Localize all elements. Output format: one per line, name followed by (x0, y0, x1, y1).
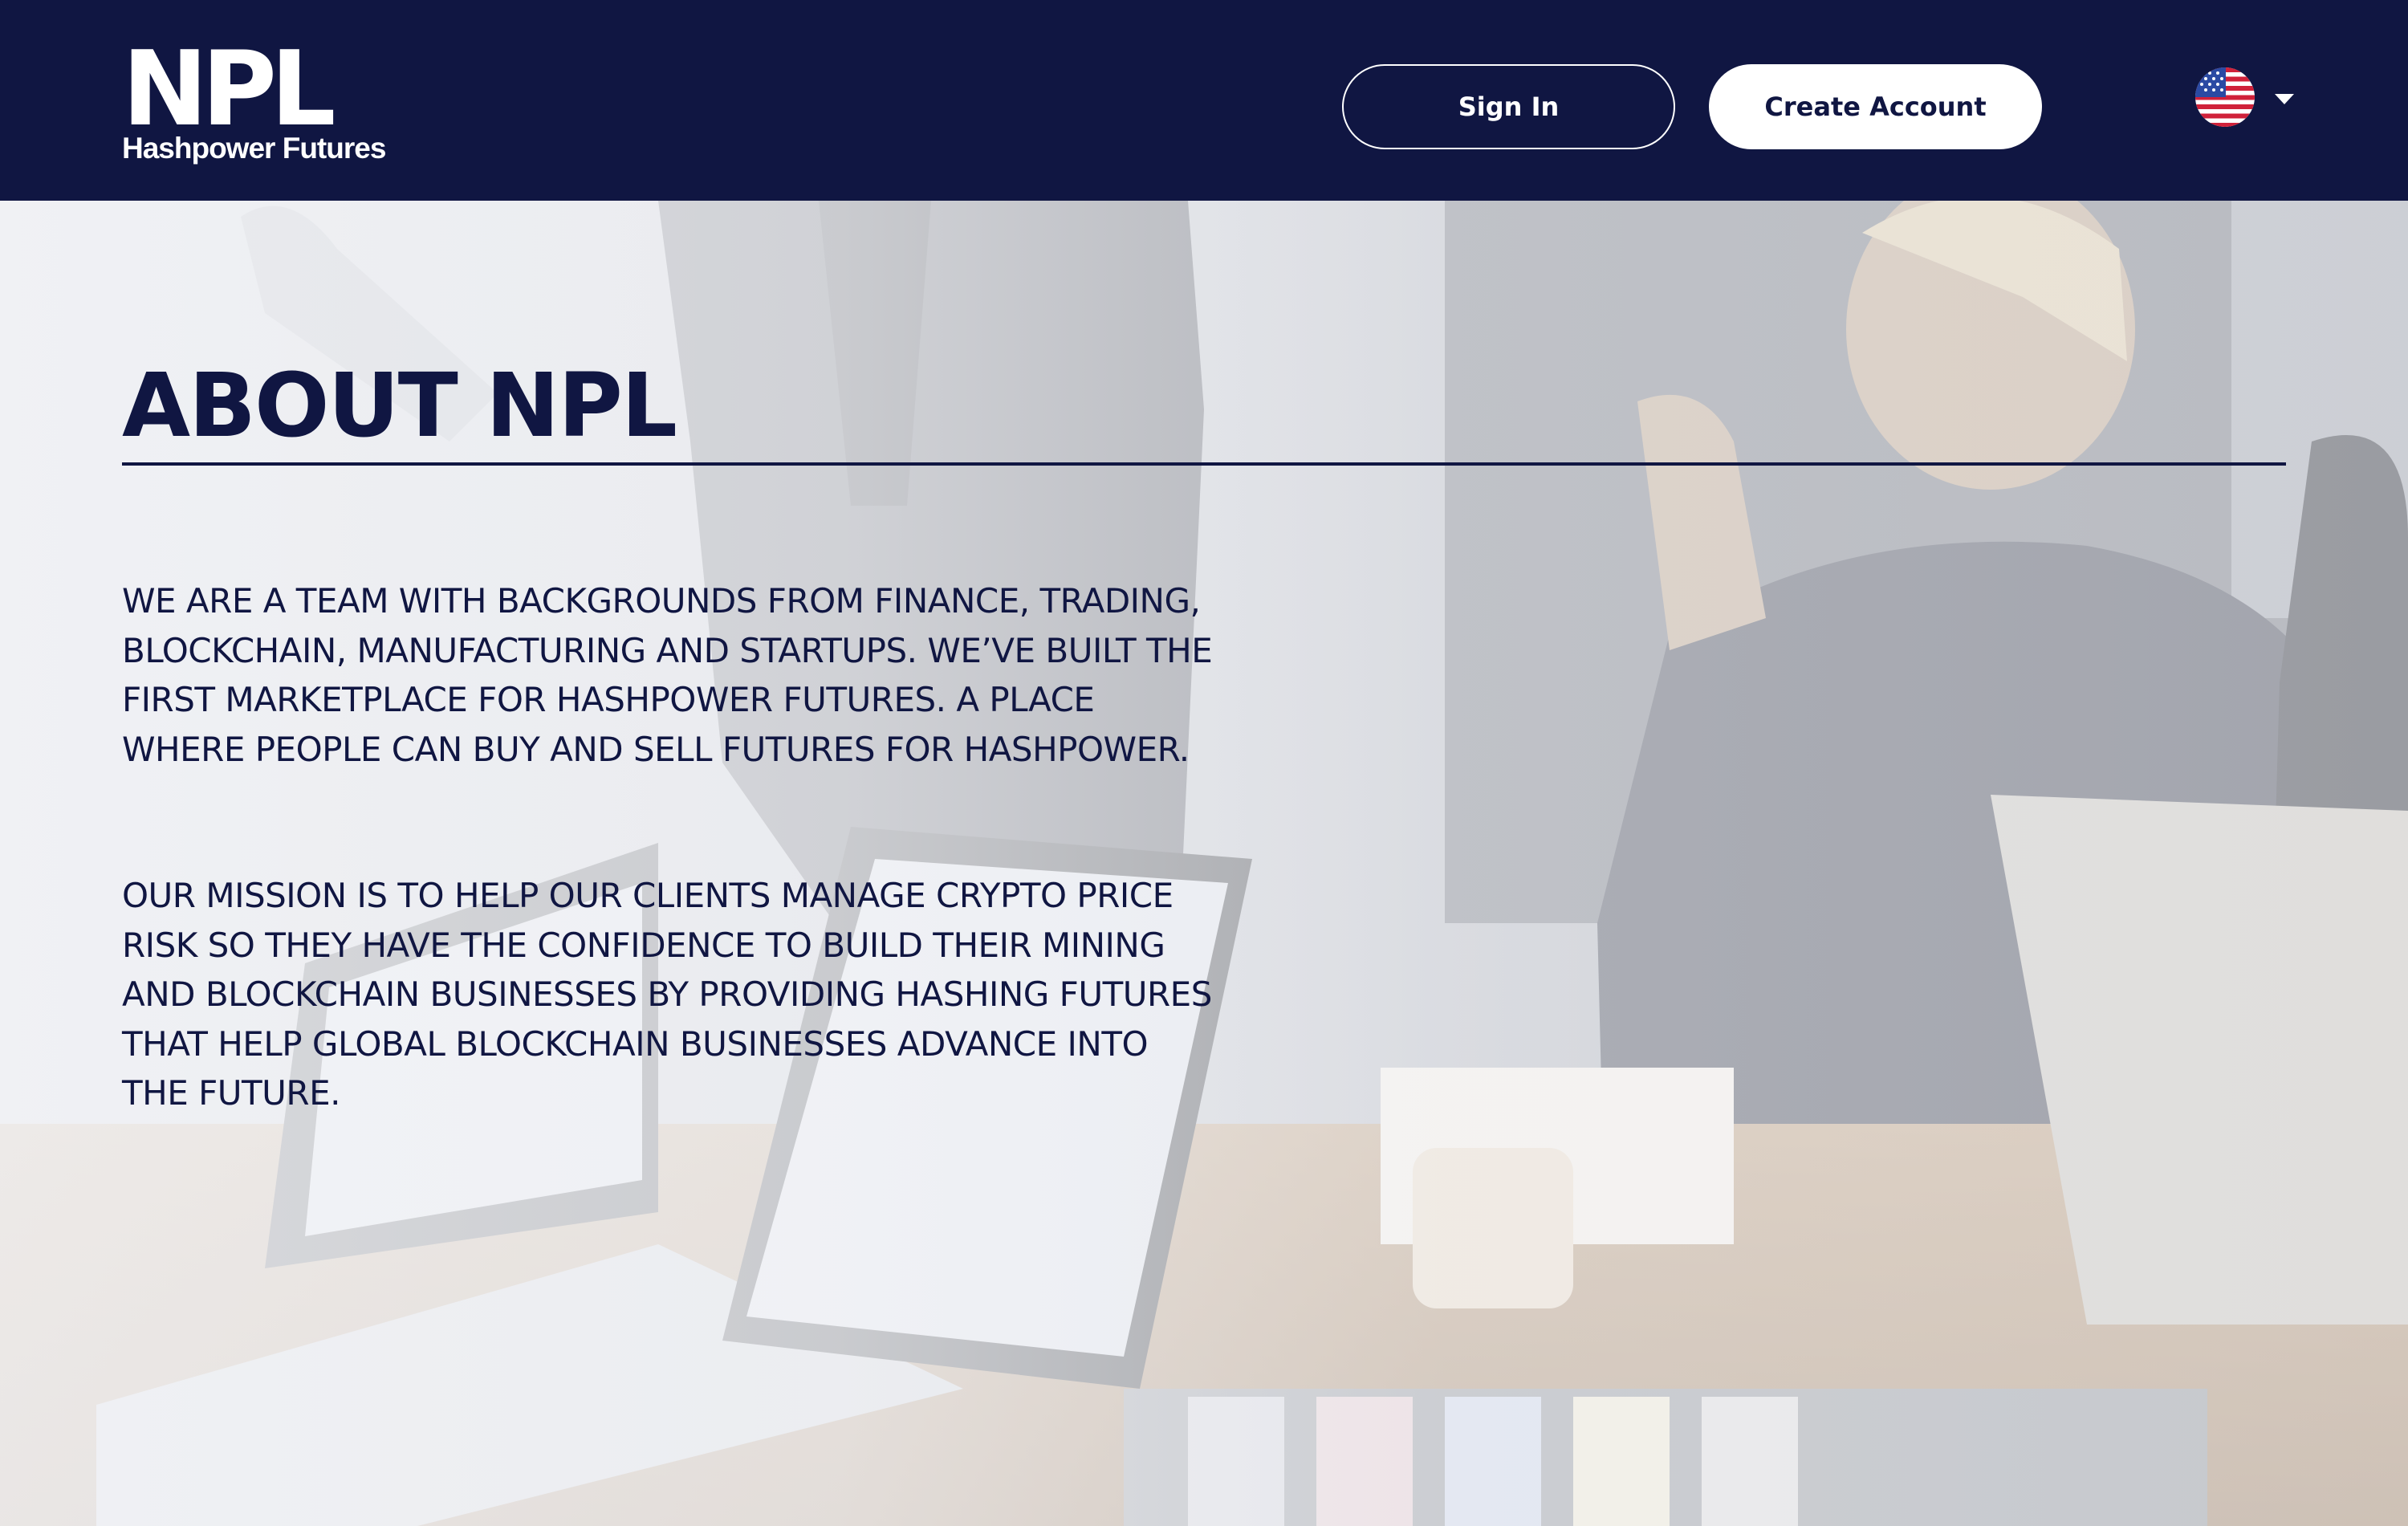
title-divider (122, 462, 2286, 466)
npl-logo[interactable]: NPL Hashpower Futures (122, 30, 386, 169)
top-navigation-bar: NPL Hashpower Futures Sign In Create Acc… (0, 0, 2408, 201)
about-paragraph-team: WE ARE A TEAM WITH BACKGROUNDS FROM FINA… (122, 581, 1213, 769)
create-account-button[interactable]: Create Account (1709, 64, 2042, 149)
logo-mark: NPL (122, 30, 336, 149)
logo-subtitle: Hashpower Futures (122, 132, 386, 165)
us-flag-icon (2195, 67, 2255, 127)
language-selector[interactable] (2195, 67, 2294, 128)
chevron-down-icon (2275, 94, 2294, 104)
sign-in-button[interactable]: Sign In (1342, 64, 1675, 149)
about-paragraph-mission: OUR MISSION IS TO HELP OUR CLIENTS MANAG… (122, 876, 1212, 1113)
page-title: ABOUT NPL (122, 354, 677, 457)
